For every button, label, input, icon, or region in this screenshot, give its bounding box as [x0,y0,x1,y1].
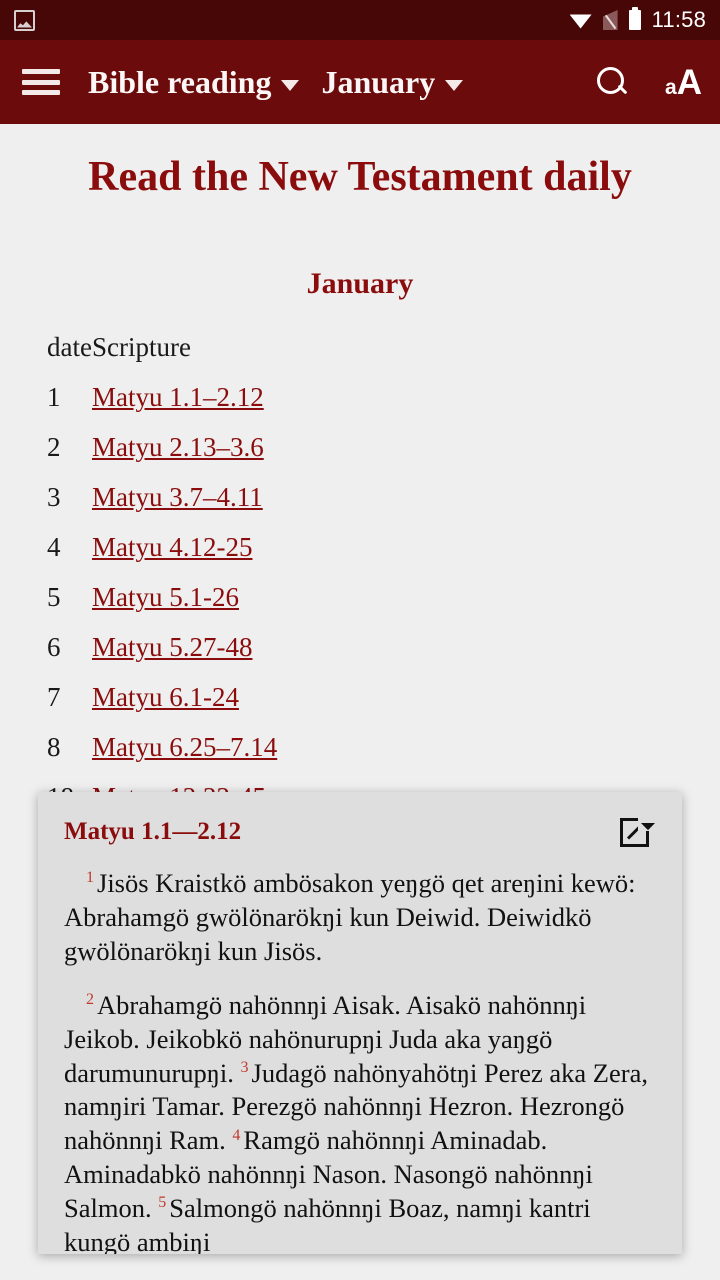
column-header-date: date [47,332,92,363]
row-date: 3 [47,482,61,513]
photo-notification-icon [14,9,35,31]
verse-number: 1 [86,869,94,887]
status-bar-right: 11:58 [569,7,706,32]
app-root: 11:58 Bible reading January a A Read the… [0,0,720,1280]
row-date: 6 [47,632,61,663]
verse-text: Jisös Kraistkö ambösakon yeŋgö qet areŋi… [64,868,636,966]
table-row: 3 Matyu 3.7–4.11 [0,473,720,523]
table-row: 6 Matyu 5.27-48 [0,623,720,673]
chevron-down-icon [281,79,300,91]
wifi-icon [569,14,592,29]
text-size-small-a: a [665,75,677,99]
verse-popup-title: Matyu 1.1—2.12 [64,818,242,845]
scripture-link[interactable]: Matyu 3.7–4.11 [92,482,263,512]
app-title-label: Bible reading [88,64,272,100]
column-header-scripture: Scripture [91,332,191,363]
scripture-link[interactable]: Matyu 5.27-48 [92,632,252,662]
external-link-icon[interactable] [620,814,656,848]
search-icon[interactable] [595,65,629,99]
scripture-link[interactable]: Matyu 6.1-24 [92,682,239,712]
battery-icon [628,7,641,30]
scripture-link[interactable]: Matyu 1.1–2.12 [92,382,264,412]
text-size-large-a: A [676,62,702,102]
row-date: 1 [47,382,61,413]
hamburger-menu-icon[interactable] [22,69,60,95]
verse-preview-popup: Matyu 1.1—2.12 1 Jisös Kraistkö ambösakon… [38,792,682,1254]
verse-paragraph: 2 Abrahamgö nahönnŋi Aisak. Aisakö nahönn… [64,989,656,1254]
verse-number: 5 [158,1194,167,1212]
table-header-row: date Scripture [0,323,720,373]
status-bar: 11:58 [0,0,720,40]
status-bar-left [14,9,35,31]
table-row: 1 Matyu 1.1–2.12 [0,373,720,423]
row-date: 5 [47,582,61,613]
table-row: 8 Matyu 6.25–7.14 [0,723,720,773]
text-size-button[interactable]: a A [665,65,702,100]
table-row: 4 Matyu 4.12-25 [0,523,720,573]
scripture-link[interactable]: Matyu 6.25–7.14 [92,732,277,762]
verse-number: 3 [240,1058,249,1076]
scripture-link[interactable]: Matyu 5.1-26 [92,582,239,612]
row-date: 4 [47,532,61,563]
page-title: Read the New Testament daily [88,154,632,200]
row-date: 8 [47,732,61,763]
row-date: 2 [47,432,61,463]
table-row: 5 Matyu 5.1-26 [0,573,720,623]
scripture-link[interactable]: Matyu 4.12-25 [92,532,252,562]
month-heading: January [306,266,414,300]
verse-number: 2 [86,990,94,1008]
app-toolbar: Bible reading January a A [0,40,720,124]
table-row: 2 Matyu 2.13–3.6 [0,423,720,473]
verse-number: 4 [232,1126,241,1144]
month-dropdown[interactable]: January [321,64,464,100]
reading-schedule-table: date Scripture 1 Matyu 1.1–2.12 2 Matyu … [0,323,720,823]
verse-paragraph: 1 Jisös Kraistkö ambösakon yeŋgö qet areŋ… [64,867,656,969]
row-date: 7 [47,682,61,713]
status-bar-clock: 11:58 [651,7,706,32]
sim-disabled-icon [602,10,618,30]
month-dropdown-label: January [321,64,436,100]
app-title-dropdown[interactable]: Bible reading [88,64,300,100]
table-row: 7 Matyu 6.1-24 [0,673,720,723]
scripture-link[interactable]: Matyu 2.13–3.6 [92,432,264,462]
verse-popup-header: Matyu 1.1—2.12 [64,814,656,848]
chevron-down-icon [445,79,464,91]
